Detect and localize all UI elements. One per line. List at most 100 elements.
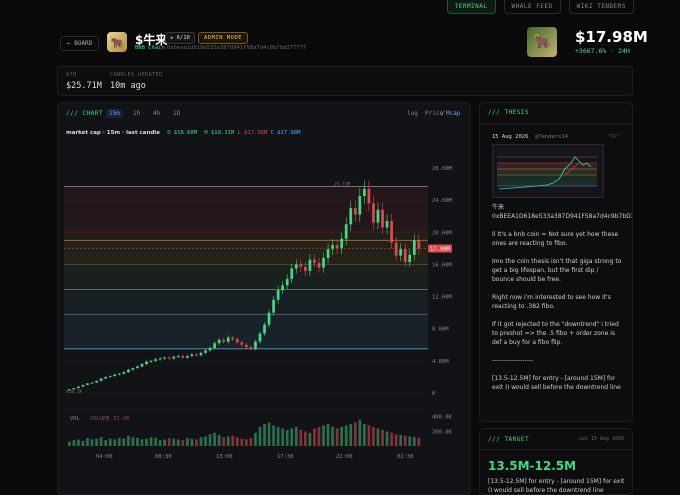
candle-body (313, 259, 316, 263)
post-author[interactable]: @Tenders14 (535, 134, 568, 140)
candle-body (254, 341, 257, 349)
x-tick-label: 13:00 (216, 454, 233, 460)
tab-wiki-tenders[interactable]: WIKI TENDERS (568, 0, 634, 14)
legend-close: C $17.98M (270, 130, 301, 136)
admin-mode-badge[interactable]: ADMIN MODE (198, 32, 249, 44)
thesis-body: 牛来 0xBEEA1D618e533a387D941F58a7d4c9b7bD3… (492, 204, 632, 391)
candle-body (412, 240, 416, 255)
volume-bar (213, 432, 216, 446)
volume-bar (140, 439, 144, 446)
candle-body (222, 339, 226, 342)
volume-bar (349, 424, 353, 446)
candle-body (231, 337, 235, 340)
post-date: 15 Aug 2026 (492, 134, 529, 140)
stat-value: 10m ago (110, 81, 146, 91)
candle-body (90, 382, 94, 384)
candle-body (86, 383, 89, 385)
thesis-heading: /// THESIS (488, 109, 530, 116)
candle-body (272, 299, 275, 313)
candle-body (213, 343, 216, 348)
target-range: 13.5M-12.5M (488, 459, 577, 473)
divider (480, 123, 632, 124)
legend-high: H $19.11M (204, 130, 235, 136)
volume-tick-label: 400.0K (432, 415, 453, 421)
volume-bar (240, 438, 244, 446)
timeframe-15m[interactable]: 15m (106, 109, 123, 118)
stats-bar: ATH $25.71M CANDLES UPDATED 10m ago (57, 66, 633, 96)
tab-whale-feed[interactable]: WHALE FEED (503, 0, 561, 14)
y-tick-label: 20.00M (432, 230, 453, 236)
volume-bar (326, 424, 330, 446)
volume-bar (363, 424, 366, 446)
target-panel: /// TARGET sat 15 Aug 2026 13.5M-12.5M [… (479, 428, 633, 495)
candle-body (267, 312, 271, 325)
candle-body (349, 208, 353, 225)
back-to-board-button[interactable]: ← BOARD (60, 36, 100, 51)
volume-bar (403, 435, 407, 446)
timeframe-1d[interactable]: 1D (170, 109, 183, 118)
candle-body (167, 357, 171, 359)
timeframe-1h[interactable]: 1h (130, 109, 143, 118)
log-toggle[interactable]: log (407, 110, 418, 117)
top-nav: TERMINAL WHALE FEED WIKI TENDERS (446, 0, 634, 14)
mcap-toggle[interactable]: Mcap (446, 110, 460, 117)
volume-bar (376, 428, 380, 446)
volume-bar (290, 428, 294, 446)
candle-body (299, 264, 303, 267)
chart-heading: /// CHART (66, 110, 104, 117)
volume-bar (117, 437, 121, 446)
volume-bar (163, 439, 167, 446)
volume-bar (308, 432, 312, 446)
timeframe-4h[interactable]: 4h (150, 109, 163, 118)
y-tick-label: 4.00M (432, 359, 449, 365)
market-cap-chart[interactable]: 28.00M 24.00M 20.00M 16.00M 12.00M 8.00M 4.00M… (58, 103, 471, 495)
contract-address[interactable]: 0xbeea1d618e533a387d941f58a7d4c9b7bd3777… (167, 45, 306, 51)
volume-bar (231, 435, 235, 446)
candle-body (358, 196, 362, 215)
volume-bar (208, 434, 212, 446)
volume-bar (176, 439, 180, 446)
candle-body (408, 254, 412, 263)
candle-body (385, 221, 389, 228)
candle-body (136, 366, 139, 369)
legend-low: L $17.56M (237, 130, 268, 136)
low-marker: 458.1K (66, 389, 83, 395)
fib-band (64, 289, 428, 315)
volume-bar (149, 437, 153, 446)
post-chart-image[interactable] (492, 144, 604, 198)
fib-band (64, 264, 428, 290)
target-date: sat 15 Aug 2026 (578, 436, 624, 442)
candle-body (276, 290, 280, 300)
tab-terminal[interactable]: TERMINAL (446, 0, 496, 14)
candle-body (285, 278, 289, 286)
candle-body (158, 358, 162, 360)
volume-bar (340, 426, 344, 446)
volume-bar (385, 431, 389, 446)
candle-body (190, 354, 194, 357)
volume-bar (417, 437, 421, 446)
volume-bar (272, 425, 275, 446)
candle-body (353, 208, 357, 215)
candle-body (104, 376, 108, 379)
candle-body (108, 376, 112, 378)
candle-body (344, 224, 348, 239)
volume-bar (104, 440, 108, 446)
candle-body (304, 266, 307, 271)
volume-bar (322, 425, 325, 446)
volume-bar (167, 437, 171, 446)
candle-body (367, 188, 371, 204)
candle-body (390, 221, 393, 243)
volume-bar (267, 422, 271, 446)
volume-bar (331, 426, 334, 446)
market-cap-value: $17.98M (575, 28, 648, 46)
volume-bar (235, 437, 239, 446)
volume-bar (281, 428, 285, 446)
candle-body (290, 268, 294, 279)
market-cap-change: +3667.6% · 24H (575, 47, 630, 55)
volume-bar (199, 437, 203, 446)
candle-body (95, 380, 98, 383)
candle-body (403, 249, 407, 263)
last-price-tag: 17.98M (430, 247, 451, 253)
thesis-panel: /// THESIS 15 Aug 2026 @Tenders14 "87" 牛… (479, 102, 633, 422)
volume-bar (254, 432, 257, 446)
